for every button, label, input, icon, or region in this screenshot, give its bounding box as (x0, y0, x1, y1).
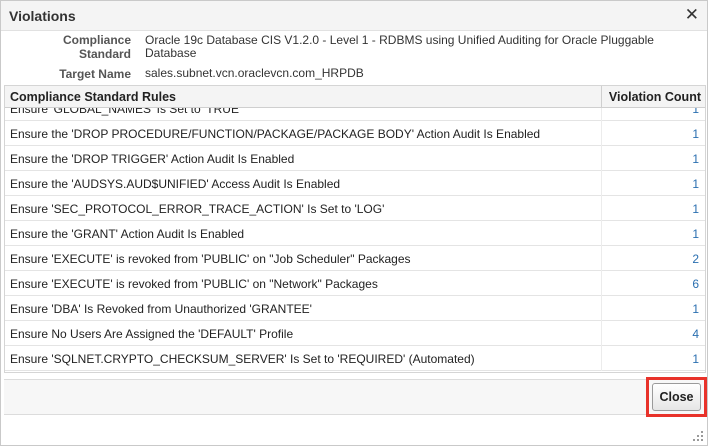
cell-divider (601, 171, 602, 196)
violations-table[interactable]: Compliance Standard Rules Violation Coun… (4, 85, 706, 373)
target-name-label: Target Name (59, 67, 131, 81)
rule-text: Ensure 'DBA' Is Revoked from Unauthorize… (10, 302, 312, 316)
dialog-title: Violations (9, 8, 76, 24)
standard-value-line1: Oracle 19c Database CIS V1.2.0 - Level 1… (145, 33, 654, 47)
violation-count-link[interactable]: 1 (692, 227, 699, 241)
target-name-value: sales.subnet.vcn.oraclevcn.com_HRPDB (145, 66, 364, 80)
standard-label-line1: Compliance (62, 33, 131, 47)
violations-dialog: Violations ✕ Compliance Standard Oracle … (0, 0, 708, 446)
cell-divider (601, 121, 602, 146)
close-button[interactable]: Close (652, 383, 701, 411)
rule-text: Ensure the 'GRANT' Action Audit Is Enabl… (10, 227, 245, 241)
table-row[interactable]: Ensure the 'AUDSYS.AUD$UNIFIED' Access A… (5, 171, 705, 196)
table-row[interactable]: Ensure 'SEC_PROTOCOL_ERROR_TRACE_ACTION'… (5, 196, 705, 221)
rule-text: Ensure 'EXECUTE' is revoked from 'PUBLIC… (10, 277, 378, 291)
resize-grip-icon[interactable] (693, 431, 703, 441)
cell-divider (601, 296, 602, 321)
close-icon[interactable]: ✕ (685, 5, 699, 25)
cell-divider (601, 346, 602, 371)
violation-count-link[interactable]: 1 (692, 352, 699, 366)
table-row[interactable]: Ensure No Users Are Assigned the 'DEFAUL… (5, 321, 705, 346)
cell-divider (601, 146, 602, 171)
cell-divider (601, 196, 602, 221)
rule-text: Ensure the 'AUDSYS.AUD$UNIFIED' Access A… (10, 177, 341, 191)
violation-count-link[interactable]: 2 (692, 252, 699, 266)
rule-text: Ensure the 'DROP TRIGGER' Action Audit I… (10, 152, 295, 166)
rule-text: Ensure 'EXECUTE' is revoked from 'PUBLIC… (10, 252, 411, 266)
violation-count-link[interactable]: 4 (692, 327, 699, 341)
table-row[interactable]: Ensure 'DBA' Is Revoked from Unauthorize… (5, 296, 705, 321)
violation-count-link[interactable]: 1 (692, 152, 699, 166)
column-header-rules[interactable]: Compliance Standard Rules (10, 90, 176, 104)
table-header: Compliance Standard Rules Violation Coun… (5, 86, 705, 108)
cell-divider (601, 246, 602, 271)
cell-divider (601, 221, 602, 246)
violation-count-link[interactable]: 1 (692, 202, 699, 216)
table-row[interactable]: Ensure the 'DROP PROCEDURE/FUNCTION/PACK… (5, 121, 705, 146)
dialog-titlebar: Violations ✕ (1, 1, 707, 31)
table-row[interactable]: Ensure 'EXECUTE' is revoked from 'PUBLIC… (5, 246, 705, 271)
rule-text: Ensure No Users Are Assigned the 'DEFAUL… (10, 327, 294, 341)
rule-text: Ensure the 'DROP PROCEDURE/FUNCTION/PACK… (10, 127, 541, 141)
violation-count-link[interactable]: 1 (692, 127, 699, 141)
violation-count-link[interactable]: 6 (692, 277, 699, 291)
violation-count-link[interactable]: 1 (692, 302, 699, 316)
table-row[interactable]: Ensure the 'GRANT' Action Audit Is Enabl… (5, 221, 705, 246)
table-body: Ensure 'GLOBAL_NAMES' Is Set to 'TRUE' 1… (5, 96, 705, 371)
rule-text: Ensure 'SEC_PROTOCOL_ERROR_TRACE_ACTION'… (10, 202, 385, 216)
standard-label-line2: Standard (78, 47, 131, 61)
table-row[interactable]: Ensure the 'DROP TRIGGER' Action Audit I… (5, 146, 705, 171)
standard-value-line2: Database (145, 46, 197, 60)
info-panel: Compliance Standard Oracle 19c Database … (1, 31, 707, 83)
dialog-footer (4, 379, 706, 415)
table-row[interactable]: Ensure 'EXECUTE' is revoked from 'PUBLIC… (5, 271, 705, 296)
rule-text: Ensure 'SQLNET.CRYPTO_CHECKSUM_SERVER' I… (10, 352, 475, 366)
violation-count-link[interactable]: 1 (692, 177, 699, 191)
cell-divider (601, 321, 602, 346)
cell-divider (601, 271, 602, 296)
table-row[interactable]: Ensure 'SQLNET.CRYPTO_CHECKSUM_SERVER' I… (5, 346, 705, 371)
column-header-count[interactable]: Violation Count (601, 90, 701, 104)
